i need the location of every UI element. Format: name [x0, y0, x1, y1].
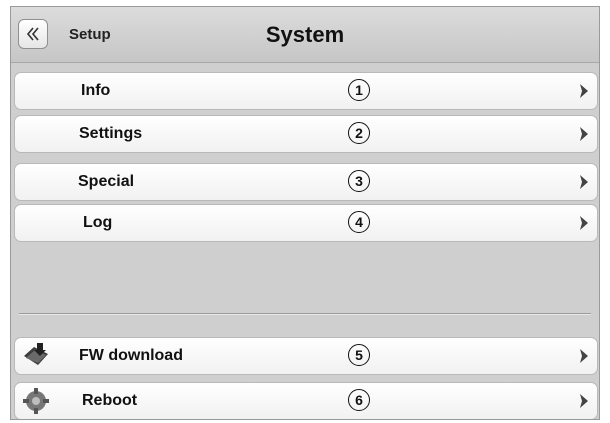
chevron-right-icon: [580, 394, 588, 408]
menu-item-label: Info: [81, 82, 111, 99]
menu-item-info[interactable]: Info 1: [14, 72, 598, 110]
menu-item-fw-download[interactable]: FW download 5: [14, 337, 598, 375]
chevron-right-icon: [580, 84, 588, 98]
number-badge: 6: [348, 389, 370, 411]
menu-item-reboot[interactable]: Reboot 6: [14, 382, 598, 419]
menu-item-label: Log: [83, 214, 113, 231]
number-badge: 5: [348, 344, 370, 366]
chevron-right-icon: [580, 175, 588, 189]
menu-item-log[interactable]: Log 4: [14, 204, 598, 242]
number-badge: 4: [348, 211, 370, 233]
number-badge: 3: [348, 170, 370, 192]
menu-item-label: Reboot: [82, 392, 138, 409]
system-screen: Setup System Info 1 Settings 2 Special 3…: [10, 6, 600, 420]
menu-item-settings[interactable]: Settings 2: [14, 115, 598, 153]
chevron-right-icon: [580, 127, 588, 141]
header-bar: Setup System: [11, 7, 599, 63]
reboot-gear-icon: [23, 388, 49, 414]
page-title: System: [265, 22, 345, 47]
menu-item-label: Special: [78, 173, 135, 190]
number-badge: 1: [348, 79, 370, 101]
menu-item-label: FW download: [79, 347, 183, 364]
menu-item-label: Settings: [79, 125, 143, 142]
menu-item-special[interactable]: Special 3: [14, 163, 598, 201]
number-badge: 2: [348, 122, 370, 144]
firmware-download-icon: [24, 343, 48, 365]
chevron-right-icon: [580, 349, 588, 363]
section-divider: [19, 313, 591, 315]
chevron-right-icon: [580, 216, 588, 230]
